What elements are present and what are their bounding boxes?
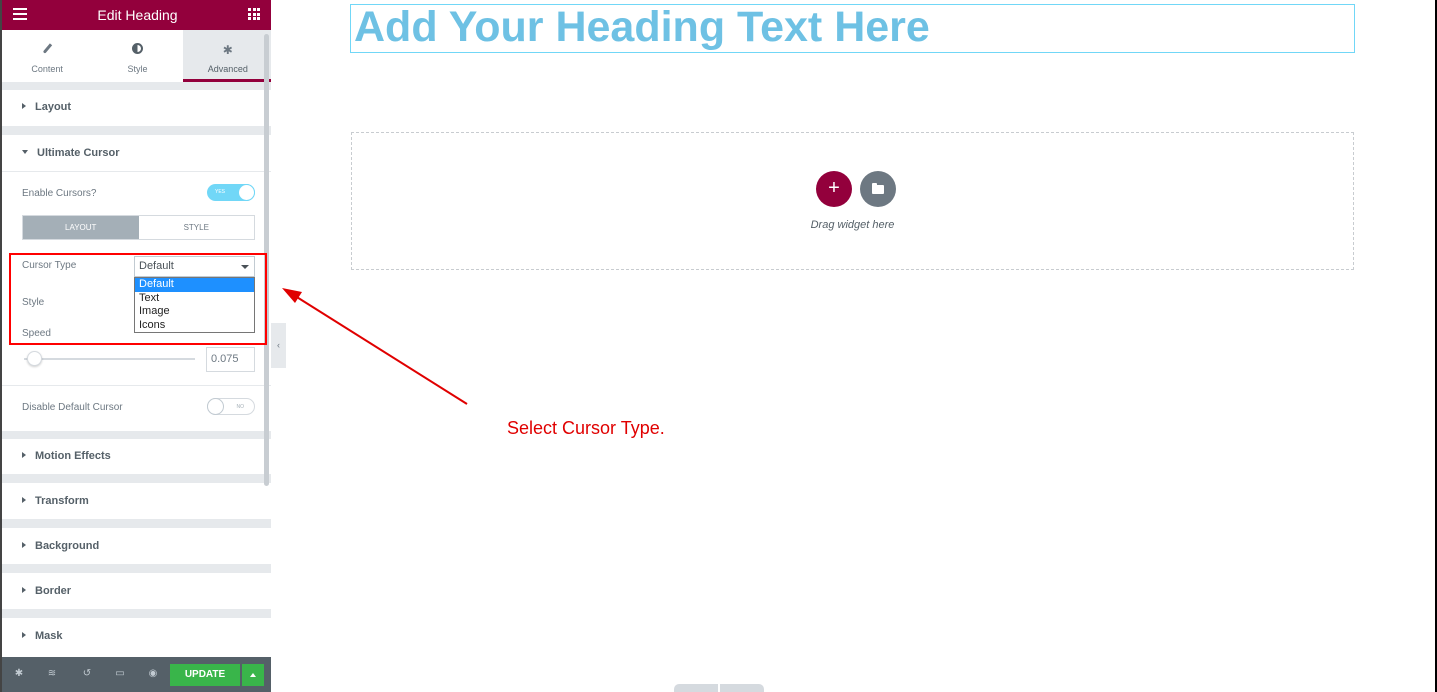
folder-icon [872,183,884,194]
tab-content-label: Content [31,64,63,74]
section-transform[interactable]: Transform [2,483,271,519]
section-ultimate-cursor-title: Ultimate Cursor [37,147,120,159]
tab-advanced-label: Advanced [207,64,248,74]
enable-cursors-label: Enable Cursors? [22,188,97,199]
editor-panel: Edit Heading Content Style ✱ Advanced La… [0,0,271,692]
gear-icon: ✱ [222,43,233,57]
annotation-text: Select Cursor Type. [507,418,665,438]
disable-toggle-text: NO [236,404,245,410]
update-options-button[interactable] [242,664,264,686]
highlight-box [9,253,267,345]
history-icon[interactable]: ↺ [82,669,92,679]
widgets-grid-icon[interactable] [248,8,260,20]
layers-icon[interactable]: ≋ [47,669,57,679]
drop-zone[interactable]: + Drag widget here [351,132,1354,270]
heading-widget[interactable]: Add Your Heading Text Here [350,3,1355,53]
section-layout[interactable]: Layout [2,90,271,126]
panel-tabs: Content Style ✱ Advanced [2,30,271,82]
tab-advanced[interactable]: ✱ Advanced [182,30,271,82]
caret-right-icon [22,103,26,109]
section-transform-title: Transform [35,495,89,507]
contrast-icon [92,43,182,57]
section-border[interactable]: Border [2,573,271,609]
template-library-button[interactable] [860,171,896,207]
section-background[interactable]: Background [2,528,271,564]
caret-right-icon [22,542,26,548]
section-mask[interactable]: Mask [2,618,271,657]
pencil-icon [2,43,92,57]
speed-input[interactable]: 0.075 [206,347,255,372]
section-mask-title: Mask [35,630,63,642]
speed-slider-track[interactable] [24,358,195,360]
panel-footer: ✱ ≋ ↺ ▭ ◉ UPDATE [2,657,271,692]
caret-right-icon [22,632,26,638]
disable-default-cursor-label: Disable Default Cursor [22,402,123,413]
eye-icon[interactable]: ◉ [148,669,158,679]
tab-style-label: Style [127,64,148,74]
enable-cursors-toggle[interactable]: YES [207,184,255,201]
tab-style[interactable]: Style [92,30,182,82]
disable-default-cursor-toggle[interactable]: NO [207,398,255,415]
section-motion-effects[interactable]: Motion Effects [2,439,271,474]
caret-down-icon [22,150,28,154]
panel-header: Edit Heading [2,0,271,30]
seg-style-button[interactable]: STYLE [139,216,255,239]
section-border-title: Border [35,585,72,597]
section-background-title: Background [35,540,100,552]
settings-gear-icon[interactable]: ✱ [14,669,24,679]
chevron-up-icon [250,673,256,677]
add-section-button[interactable]: + [816,171,852,207]
seg-layout-button[interactable]: LAYOUT [23,216,139,239]
panel-title: Edit Heading [97,7,178,23]
tab-content[interactable]: Content [2,30,92,82]
drag-widget-hint: Drag widget here [810,219,895,231]
heading-text: Add Your Heading Text Here [354,3,930,51]
caret-right-icon [22,497,26,503]
canvas-bottom-tab[interactable] [674,684,764,692]
section-layout-title: Layout [35,101,72,113]
responsive-icon[interactable]: ▭ [115,669,125,679]
section-motion-effects-title: Motion Effects [35,450,111,462]
layout-style-switcher: LAYOUT STYLE [22,215,255,240]
speed-slider-handle[interactable] [27,351,42,366]
enable-toggle-text: YES [215,189,226,195]
update-button[interactable]: UPDATE [170,664,240,686]
annotation-arrow [282,288,468,405]
caret-right-icon [22,452,26,458]
caret-right-icon [22,587,26,593]
section-ultimate-cursor-header[interactable]: Ultimate Cursor [22,147,120,159]
